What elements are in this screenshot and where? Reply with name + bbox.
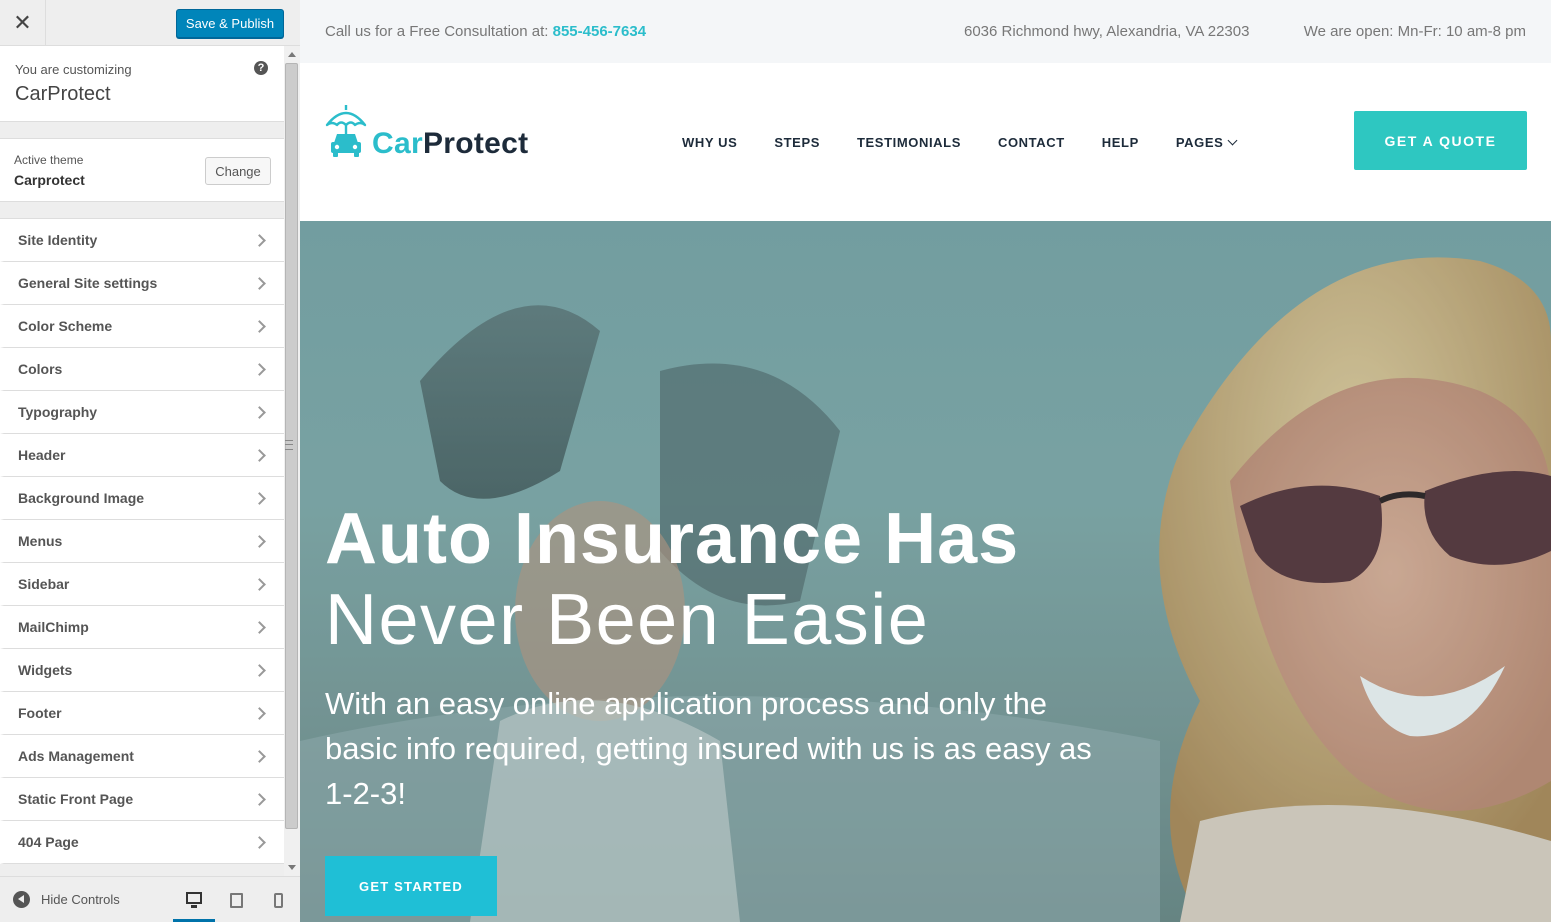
call-label: Call us for a Free Consultation at: xyxy=(325,23,549,40)
section-footer[interactable]: Footer xyxy=(0,692,284,735)
section-label: Color Scheme xyxy=(18,318,113,334)
customizer-panel: ✕ Save & Publish You are customizing Car… xyxy=(0,0,300,922)
hero-title-light: Never Been Easie xyxy=(325,580,930,660)
section-typography[interactable]: Typography xyxy=(0,391,284,434)
site-name: CarProtect xyxy=(15,83,111,105)
desktop-icon xyxy=(186,892,202,908)
preview-tablet-button[interactable] xyxy=(215,877,257,922)
customizer-scroll-area[interactable]: You are customizing CarProtect ? Active … xyxy=(0,46,284,876)
chevron-right-icon xyxy=(253,577,266,591)
main-menu: WHY US STEPS TESTIMONIALS CONTACT HELP P… xyxy=(682,135,1273,150)
section-general-site-settings[interactable]: General Site settings xyxy=(0,262,284,305)
section-label: Footer xyxy=(18,705,62,721)
chevron-right-icon xyxy=(253,534,266,548)
section-label: Menus xyxy=(18,533,63,549)
chevron-right-icon xyxy=(253,233,266,247)
chevron-right-icon xyxy=(253,448,266,462)
section-widgets[interactable]: Widgets xyxy=(0,649,284,692)
top-info-bar: Call us for a Free Consultation at: 855-… xyxy=(300,0,1551,63)
menu-item-why-us[interactable]: WHY US xyxy=(682,135,737,150)
menu-item-testimonials[interactable]: TESTIMONIALS xyxy=(857,135,961,150)
menu-item-help[interactable]: HELP xyxy=(1102,135,1139,150)
resize-grip-icon[interactable] xyxy=(285,440,293,450)
section-header[interactable]: Header xyxy=(0,434,284,477)
section-label: MailChimp xyxy=(18,619,89,635)
preview-desktop-button[interactable] xyxy=(173,877,215,922)
chevron-right-icon xyxy=(253,491,266,505)
chevron-right-icon xyxy=(253,319,266,333)
preview-mobile-button[interactable] xyxy=(257,877,299,922)
section-label: Ads Management xyxy=(18,748,134,764)
hero-title-bold: Auto Insurance Has xyxy=(325,499,1020,579)
section-label: Site Identity xyxy=(18,232,98,248)
get-started-button[interactable]: GET STARTED xyxy=(325,856,497,916)
menu-item-steps[interactable]: STEPS xyxy=(774,135,820,150)
customizer-header: ✕ Save & Publish xyxy=(0,0,300,46)
menu-item-pages-label: PAGES xyxy=(1175,135,1224,150)
section-sidebar[interactable]: Sidebar xyxy=(0,563,284,606)
customizer-footer: Hide Controls xyxy=(0,876,300,922)
section-colors[interactable]: Colors xyxy=(0,348,284,391)
section-label: Sidebar xyxy=(18,576,70,592)
collapse-arrow-icon xyxy=(13,891,30,908)
section-label: General Site settings xyxy=(18,275,158,291)
section-label: Header xyxy=(18,447,66,463)
section-label: Typography xyxy=(18,404,98,420)
change-theme-button[interactable]: Change xyxy=(205,157,271,185)
customizer-sections: Site Identity General Site settings Colo… xyxy=(0,218,284,864)
site-header: CarProtect WHY US STEPS TESTIMONIALS CON… xyxy=(300,63,1551,221)
customizing-label: You are customizing xyxy=(15,62,132,77)
section-label: 404 Page xyxy=(18,834,79,850)
section-mailchimp[interactable]: MailChimp xyxy=(0,606,284,649)
section-site-identity[interactable]: Site Identity xyxy=(0,219,284,262)
chevron-right-icon xyxy=(253,706,266,720)
mobile-icon xyxy=(273,892,283,908)
scroll-up-arrow-icon[interactable] xyxy=(288,52,296,57)
chevron-right-icon xyxy=(253,276,266,290)
get-a-quote-button[interactable]: GET A QUOTE xyxy=(1354,111,1527,170)
menu-item-contact[interactable]: CONTACT xyxy=(998,135,1065,150)
address-text: 6036 Richmond hwy, Alexandria, VA 22303 xyxy=(964,23,1250,40)
chevron-right-icon xyxy=(253,792,266,806)
chevron-right-icon xyxy=(253,620,266,634)
hero-section: Auto Insurance Has Never Been Easie With… xyxy=(300,221,1551,922)
scroll-down-arrow-icon[interactable] xyxy=(288,865,296,870)
section-background-image[interactable]: Background Image xyxy=(0,477,284,520)
chevron-right-icon xyxy=(253,835,266,849)
section-label: Background Image xyxy=(18,490,145,506)
chevron-right-icon xyxy=(253,663,266,677)
tablet-icon xyxy=(229,892,243,908)
chevron-right-icon xyxy=(253,362,266,376)
logo-text-protect: Protect xyxy=(422,127,529,160)
site-preview: Call us for a Free Consultation at: 855-… xyxy=(300,0,1551,922)
section-static-front-page[interactable]: Static Front Page xyxy=(0,778,284,821)
opening-hours-text: We are open: Mn-Fr: 10 am-8 pm xyxy=(1303,23,1526,40)
close-icon[interactable]: ✕ xyxy=(0,0,46,46)
site-logo[interactable]: CarProtect xyxy=(324,103,528,159)
phone-link[interactable]: 855-456-7634 xyxy=(553,23,646,40)
hide-controls-button[interactable]: Hide Controls xyxy=(13,891,120,908)
section-404-page[interactable]: 404 Page xyxy=(0,821,284,864)
hide-controls-label: Hide Controls xyxy=(41,892,120,907)
save-publish-button[interactable]: Save & Publish xyxy=(176,9,284,38)
section-menus[interactable]: Menus xyxy=(0,520,284,563)
section-color-scheme[interactable]: Color Scheme xyxy=(0,305,284,348)
menu-item-pages[interactable]: PAGES xyxy=(1175,135,1238,150)
help-icon[interactable]: ? xyxy=(254,61,268,75)
section-label: Widgets xyxy=(18,662,73,678)
logo-text-car: Car xyxy=(372,127,423,160)
chevron-right-icon xyxy=(253,405,266,419)
customizer-scrollbar[interactable] xyxy=(284,46,300,876)
customizing-info: You are customizing CarProtect ? xyxy=(0,46,284,122)
chevron-right-icon xyxy=(253,749,266,763)
chevron-down-icon xyxy=(1227,135,1238,146)
umbrella-car-icon xyxy=(325,105,367,157)
section-label: Colors xyxy=(18,361,63,377)
consultation-text: Call us for a Free Consultation at: 855-… xyxy=(325,23,646,40)
active-theme-section: Active theme Carprotect Change xyxy=(0,138,284,202)
logo-text: CarProtect xyxy=(372,129,528,159)
hero-paragraph: With an easy online application process … xyxy=(325,686,1092,811)
section-label: Static Front Page xyxy=(18,791,134,807)
section-ads-management[interactable]: Ads Management xyxy=(0,735,284,778)
